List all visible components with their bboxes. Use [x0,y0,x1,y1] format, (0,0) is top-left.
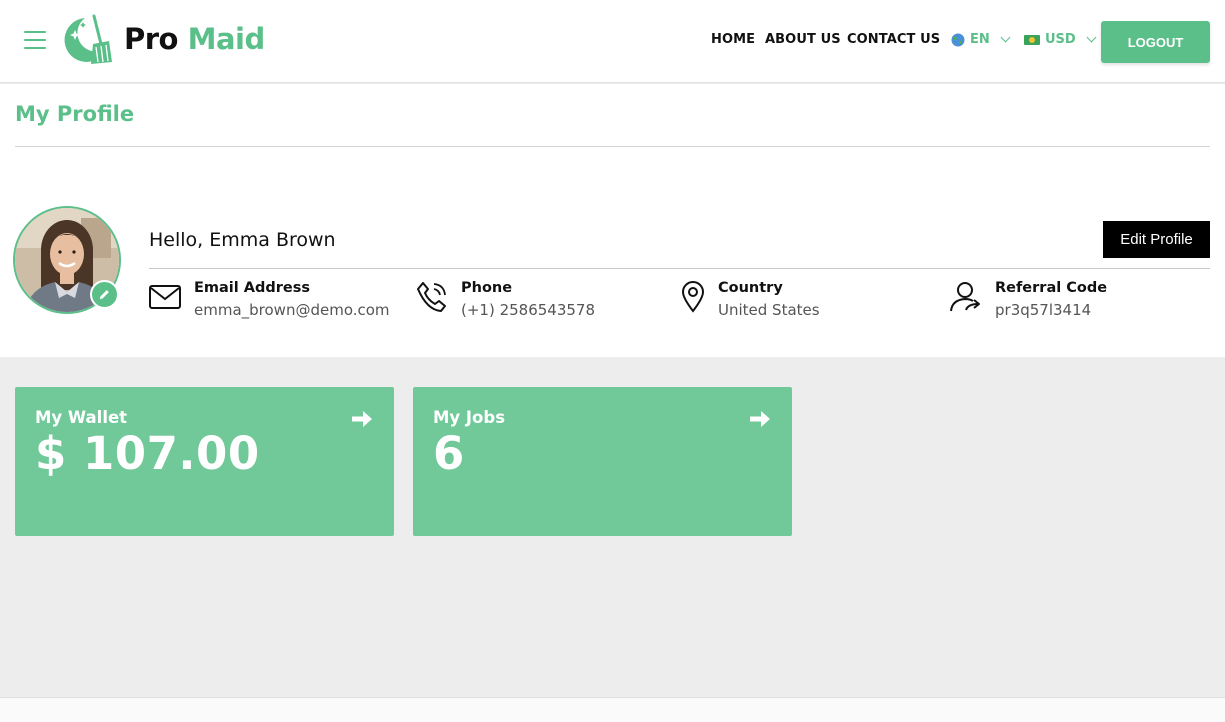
phone-value: (+1) 2586543578 [461,301,596,319]
divider [149,268,1210,269]
user-share-icon [950,282,980,312]
envelope-icon [149,285,181,309]
jobs-count: 6 [433,427,465,480]
language-selector[interactable]: EN [951,32,1011,47]
nav-home-link[interactable]: HOME [711,32,755,47]
referral-label: Referral Code [995,280,1108,296]
nav-contact-link[interactable]: CONTACT US [847,32,940,47]
broom-moon-logo-icon [64,14,112,64]
map-pin-icon [681,281,705,313]
wallet-balance: $ 107.00 [35,427,260,480]
logout-button[interactable]: LOGOUT [1101,21,1210,63]
page-title: My Profile [15,102,135,126]
profile-greeting: Hello, Emma Brown [149,229,336,251]
jobs-card-label: My Jobs [433,408,506,427]
email-value: emma_brown@demo.com [194,301,390,319]
chevron-down-icon [1086,32,1097,43]
hamburger-menu-icon[interactable] [24,31,46,49]
jobs-card[interactable]: My Jobs 6 [413,387,792,536]
email-label: Email Address [194,280,311,296]
brand-name[interactable]: Pro Maid [124,22,265,56]
currency-value: USD [1045,32,1076,47]
pencil-icon [99,290,109,300]
wallet-card-label: My Wallet [35,408,128,427]
edit-profile-button[interactable]: Edit Profile [1103,221,1210,258]
country-label: Country [718,280,783,296]
arrow-right-icon[interactable] [350,407,374,431]
flag-icon [1024,34,1040,45]
divider [15,146,1210,147]
top-header: Pro Maid HOME ABOUT US CONTACT US EN USD… [0,0,1225,83]
chevron-down-icon [1000,32,1011,43]
language-value: EN [970,32,990,47]
referral-value: pr3q57l3414 [995,301,1092,319]
brand-name-pro: Pro [124,22,178,56]
profile-section: My Profile Hello, Emma Brown Edit Profil… [0,84,1225,357]
wallet-card[interactable]: My Wallet $ 107.00 [15,387,394,536]
phone-icon [417,282,446,312]
globe-icon [951,33,965,46]
footer [0,697,1225,722]
brand-name-maid: Maid [187,22,266,56]
arrow-right-icon[interactable] [748,407,772,431]
nav-about-link[interactable]: ABOUT US [765,32,841,47]
currency-selector[interactable]: USD [1024,32,1097,47]
avatar-edit-button[interactable] [90,280,119,309]
country-value: United States [718,301,820,319]
phone-label: Phone [461,280,513,296]
